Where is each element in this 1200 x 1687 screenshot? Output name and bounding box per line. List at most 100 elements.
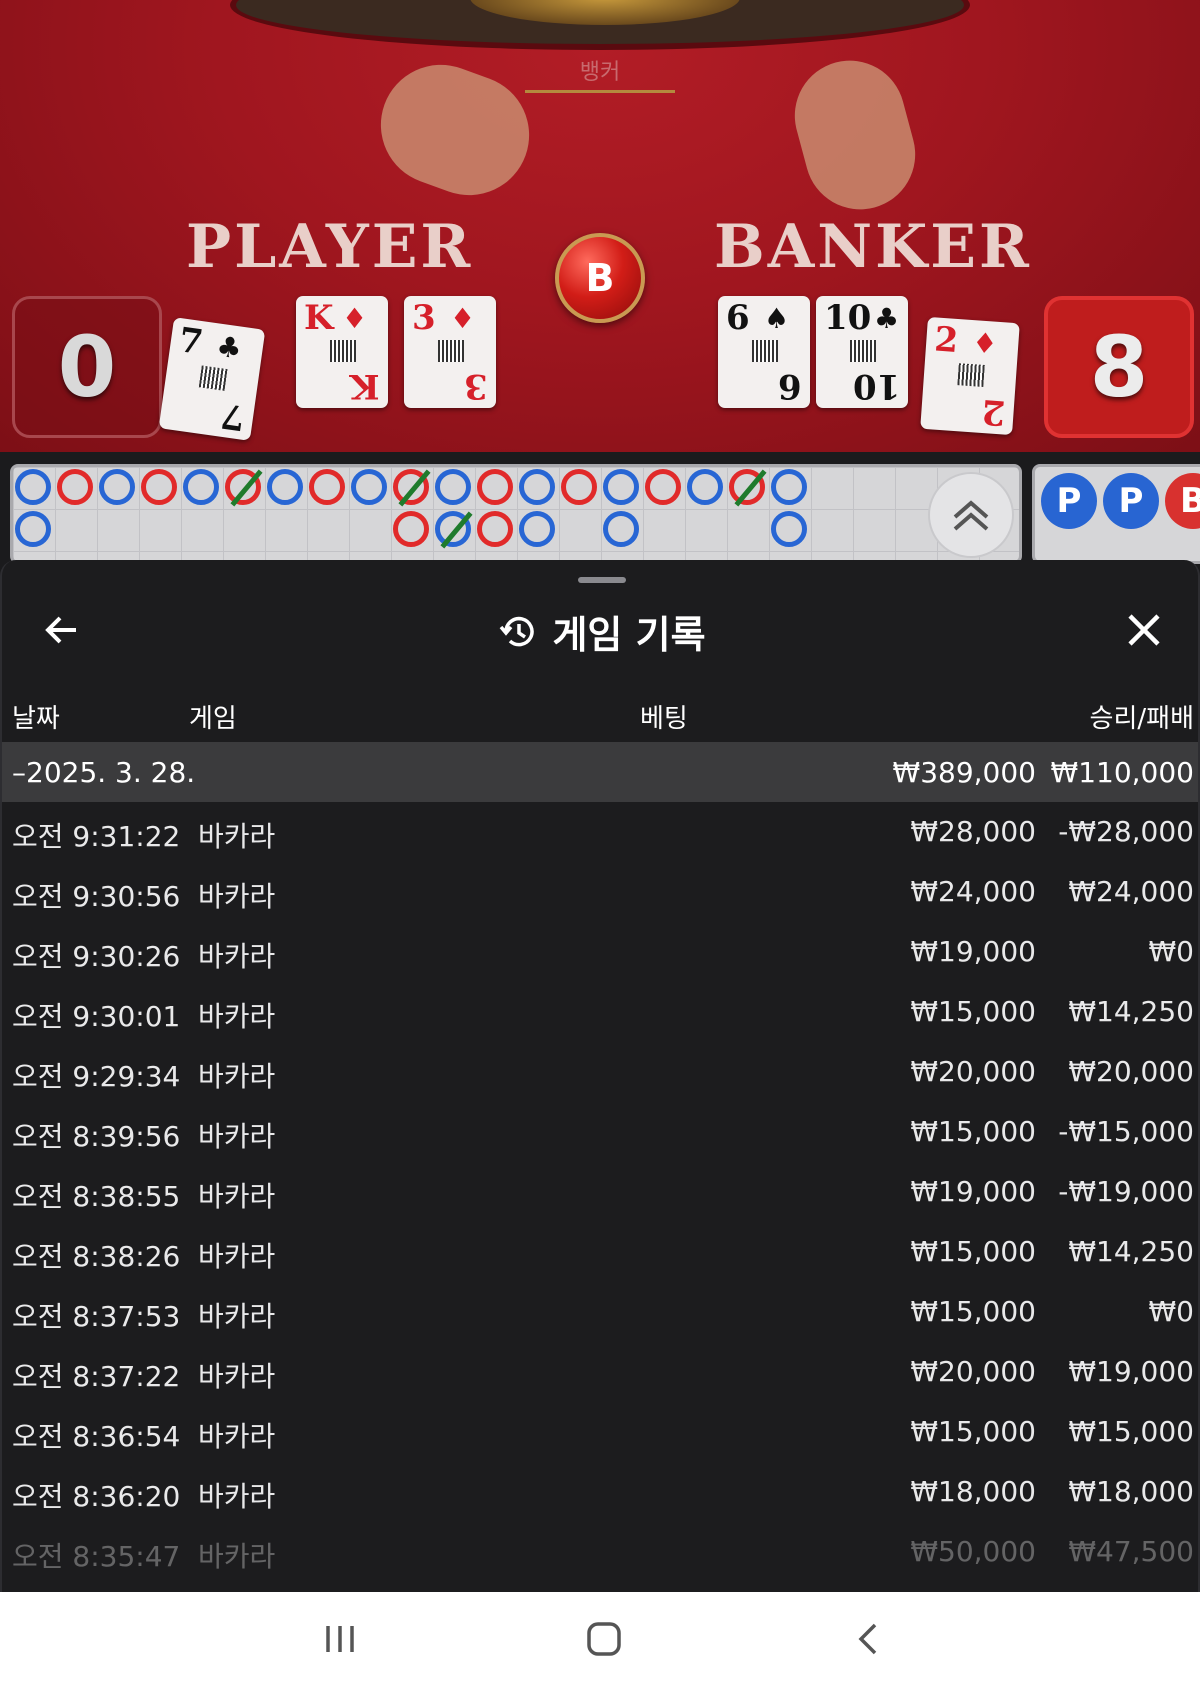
card-barcode [198,365,228,391]
close-button[interactable] [1124,610,1164,650]
history-icon [500,616,535,646]
banker-card-3: 2 ♦ 2 [920,316,1020,436]
card-rank: 2 [933,319,960,362]
player-title: PLAYER [186,212,474,282]
row-time: 오전 8:35:47 [12,1540,181,1573]
banker-score: 8 [1044,296,1194,438]
card-rank: 7 [176,320,206,364]
close-icon [1128,614,1160,646]
dealer-right-hand [782,48,928,222]
row-bet: ₩28,000 [910,815,1036,848]
history-row[interactable]: 오전 9:31:22 바카라 ₩28,000 -₩28,000 [2,802,1198,862]
card-rank-bottom: K [350,366,380,406]
column-date[interactable]: 날짜 [12,698,60,735]
row-game: 바카라 [198,1240,276,1273]
row-game: 바카라 [198,1420,276,1453]
diamond-icon: ♦ [450,302,476,335]
row-bet: ₩15,000 [910,1295,1036,1328]
card-barcode [850,340,876,362]
row-bet: ₩15,000 [910,1235,1036,1268]
system-back-button[interactable] [838,1614,898,1664]
row-game: 바카라 [198,940,276,973]
column-game[interactable]: 게임 [189,698,237,735]
banker-title: BANKER [714,212,1032,282]
tie-marker [440,511,473,549]
diamond-icon: ♦ [971,326,999,361]
player-bead [519,469,555,505]
sheet-drag-handle[interactable] [578,577,626,583]
card-barcode [752,340,778,362]
card-barcode [330,340,356,362]
group-date: –2025. 3. 28. [12,756,196,789]
row-result: ₩18,000 [1068,1475,1194,1508]
row-bet: ₩24,000 [910,875,1036,908]
history-row[interactable]: 오전 8:38:55 바카라 ₩19,000 -₩19,000 [2,1162,1198,1222]
history-row[interactable]: 오전 8:38:26 바카라 ₩15,000 ₩14,250 [2,1222,1198,1282]
row-time: 오전 8:37:53 [12,1300,181,1333]
row-time: 오전 8:38:26 [12,1240,181,1273]
banker-bead [477,511,513,547]
history-row[interactable]: 오전 9:29:34 바카라 ₩20,000 ₩20,000 [2,1042,1198,1102]
history-row[interactable]: 오전 8:35:47 바카라 ₩50,000 ₩47,500 [2,1522,1198,1582]
recent-apps-icon [326,1626,354,1652]
banker-bead [225,469,263,507]
column-win-loss[interactable]: 승리/패배 [1090,698,1194,735]
player-bead [15,511,51,547]
history-row[interactable]: 오전 8:37:22 바카라 ₩20,000 ₩19,000 [2,1342,1198,1402]
card-rank: 10 [824,298,872,338]
row-time: 오전 9:31:22 [12,820,181,853]
dealer-left-hand [364,47,546,213]
banker-win-badge: B [555,233,645,323]
player-card-3: 3 ♦ 3 [404,296,496,408]
player-card-2: K ♦ K [296,296,388,408]
date-group-row[interactable]: –2025. 3. 28. ₩389,000 ₩110,000 [2,742,1198,802]
group-win-total: ₩110,000 [1050,756,1194,789]
card-barcode [438,340,464,362]
banker-zone-line [525,90,675,93]
row-game: 바카라 [198,1060,276,1093]
player-bead [435,511,473,549]
column-bet[interactable]: 베팅 [640,698,688,735]
row-result: ₩0 [1148,1295,1195,1328]
banker-bead [393,469,431,507]
card-rank-bottom: 3 [464,366,488,406]
player-bead [435,469,471,505]
tie-marker [230,469,263,507]
row-result: -₩15,000 [1058,1115,1194,1148]
card-barcode [957,363,985,387]
player-bead [771,511,807,547]
player-bead [351,469,387,505]
sheet-title: 게임 기록 [552,613,706,657]
row-result: -₩19,000 [1058,1175,1194,1208]
history-row[interactable]: 오전 8:36:20 바카라 ₩18,000 ₩18,000 [2,1462,1198,1522]
row-bet: ₩50,000 [910,1535,1036,1568]
big-road-scoreboard[interactable]: PPB [1032,464,1200,564]
row-time: 오전 9:30:56 [12,880,181,913]
history-row[interactable]: 오전 8:36:54 바카라 ₩15,000 ₩15,000 [2,1402,1198,1462]
home-icon [587,1622,621,1656]
bead-road-scoreboard[interactable] [10,464,1022,564]
expand-scoreboard-button[interactable] [928,472,1014,558]
row-result: ₩20,000 [1068,1055,1194,1088]
row-bet: ₩15,000 [910,1415,1036,1448]
history-row[interactable]: 오전 9:30:56 바카라 ₩24,000 ₩24,000 [2,862,1198,922]
history-row[interactable]: 오전 8:39:56 바카라 ₩15,000 -₩15,000 [2,1102,1198,1162]
player-ball: P [1103,473,1159,529]
system-navigation-bar [0,1592,1200,1687]
recent-apps-button[interactable] [310,1614,370,1664]
history-row[interactable]: 오전 9:30:26 바카라 ₩19,000 ₩0 [2,922,1198,982]
group-bet-total: ₩389,000 [892,756,1036,789]
live-video-table: 뱅커 PLAYER BANKER B 0 8 7 ♣ 7 K ♦ K 3 ♦ 3… [0,0,1200,452]
banker-ball: B [1165,473,1200,529]
history-row[interactable]: 오전 9:30:01 바카라 ₩15,000 ₩14,250 [2,982,1198,1042]
home-button[interactable] [574,1614,634,1664]
history-row[interactable]: 오전 8:37:53 바카라 ₩15,000 ₩0 [2,1282,1198,1342]
row-result: ₩19,000 [1068,1355,1194,1388]
row-result: ₩47,500 [1068,1535,1194,1568]
row-result: ₩24,000 [1068,875,1194,908]
row-bet: ₩15,000 [910,1115,1036,1148]
player-bead [15,469,51,505]
banker-card-1: 6 ♠ 6 [718,296,810,408]
row-game: 바카라 [198,820,276,853]
card-rank-bottom: 10 [852,366,900,406]
